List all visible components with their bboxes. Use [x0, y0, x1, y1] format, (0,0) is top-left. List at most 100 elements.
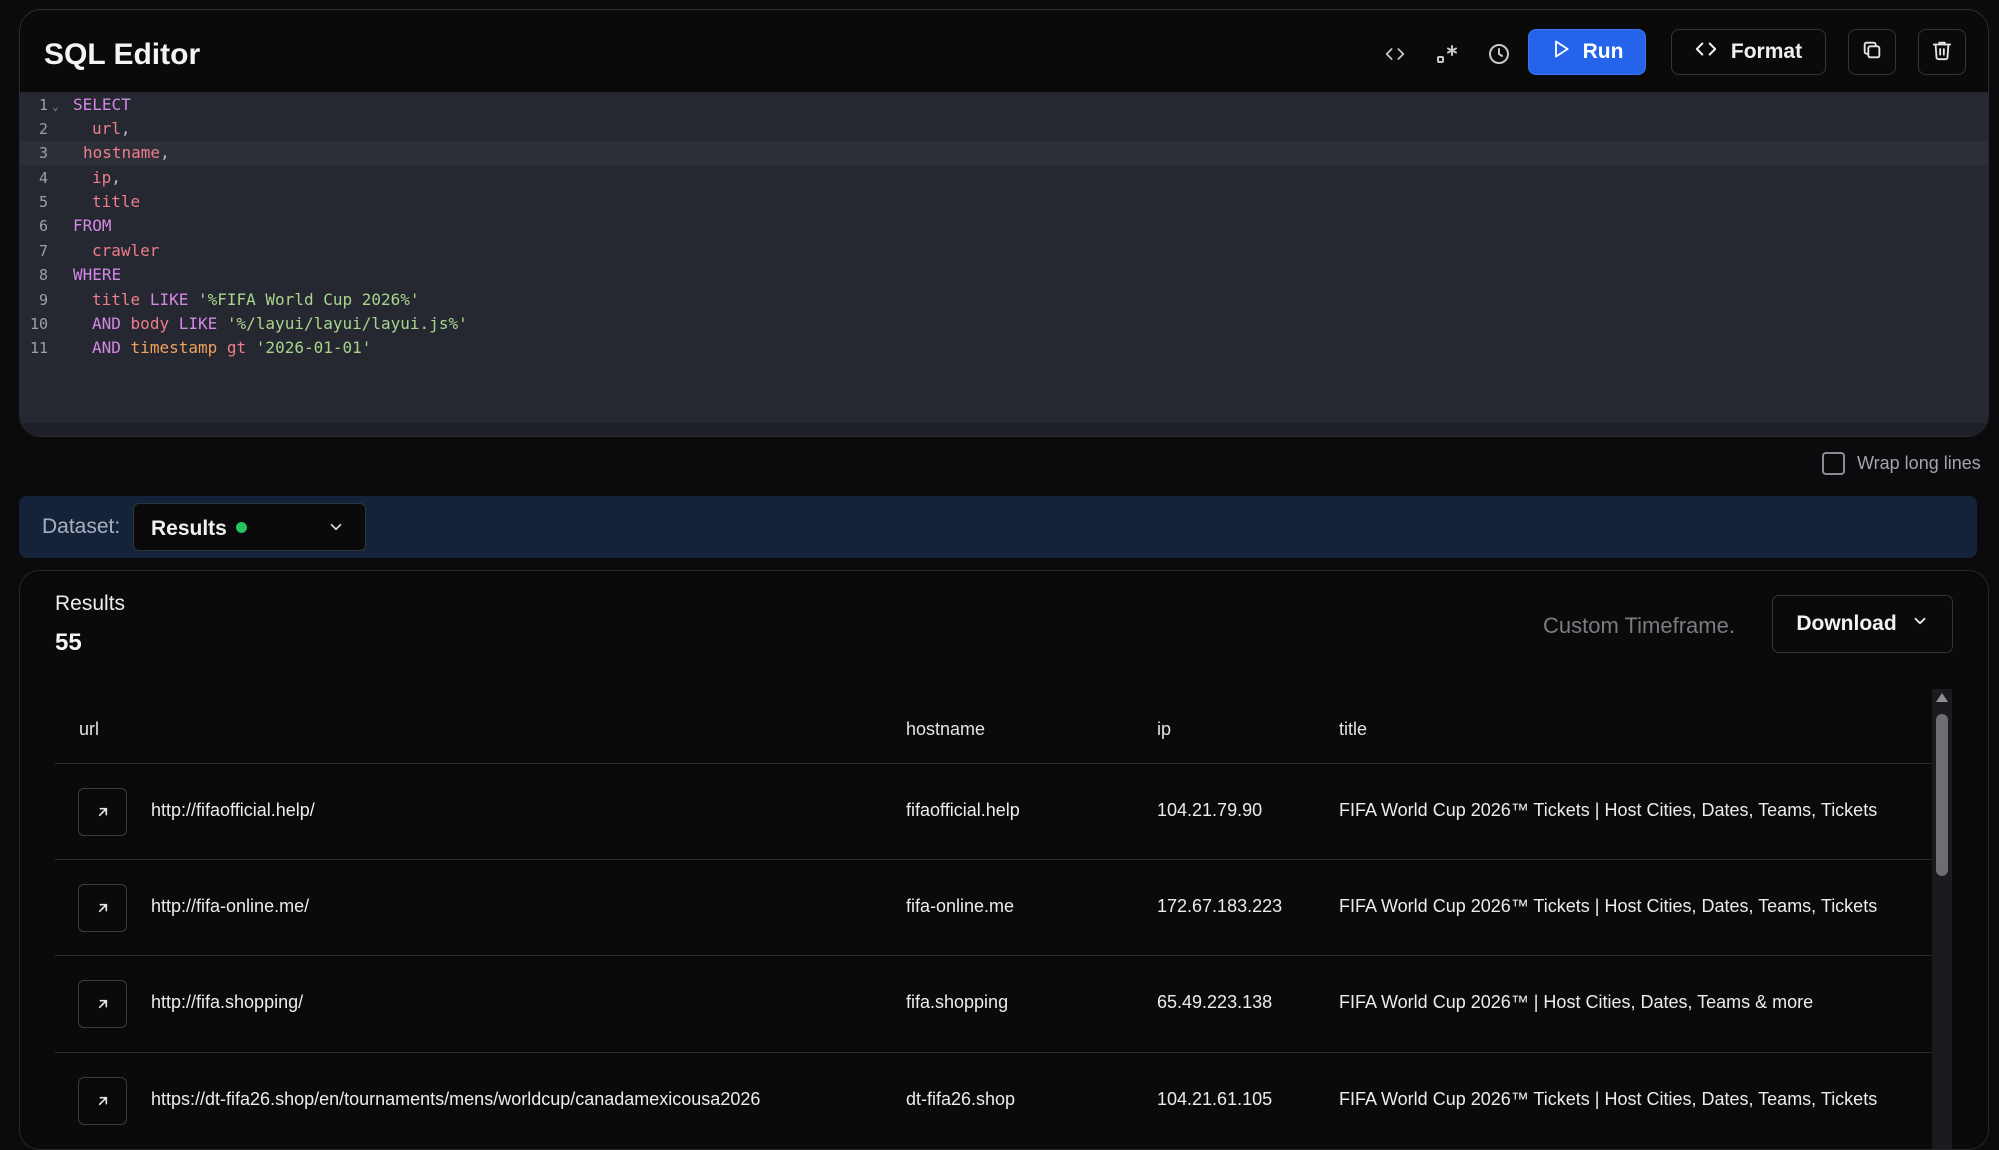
column-header-hostname[interactable]: hostname: [906, 719, 985, 740]
status-dot-icon: [236, 522, 247, 533]
sql-keyword: FROM: [73, 216, 112, 235]
line-number: 1: [38, 96, 48, 114]
cell-ip: 104.21.61.105: [1157, 1089, 1273, 1109]
sql-column: title: [92, 192, 141, 211]
line-number: 8: [38, 266, 48, 284]
open-link-button[interactable]: [78, 980, 127, 1028]
sql-punct: ,: [111, 168, 121, 187]
line-number: 3: [38, 144, 48, 162]
copy-button[interactable]: [1848, 29, 1896, 75]
sql-punct: ,: [160, 143, 170, 162]
table-row: https://dt-fifa26.shop/en/tournaments/me…: [55, 1053, 1951, 1149]
table-scrollbar[interactable]: [1932, 689, 1952, 1149]
cell-title: FIFA World Cup 2026™ Tickets | Host Citi…: [1339, 800, 1878, 820]
wrap-long-lines-toggle[interactable]: Wrap long lines: [1822, 451, 1981, 475]
copy-icon: [1861, 39, 1883, 66]
open-link-button[interactable]: [78, 884, 127, 932]
code-line: 2 url,: [20, 117, 1988, 141]
scrollbar-thumb[interactable]: [1936, 714, 1948, 876]
code-line: 6 FROM: [20, 214, 1988, 238]
download-label: Download: [1796, 612, 1897, 635]
sql-keyword: AND: [92, 338, 121, 357]
results-count: 55: [55, 629, 82, 656]
cell-ip: 65.49.223.138: [1157, 992, 1273, 1012]
wrap-checkbox[interactable]: [1822, 451, 1845, 475]
sql-keyword: LIKE: [178, 314, 218, 333]
line-number: 2: [38, 120, 48, 138]
wrap-label: Wrap long lines: [1857, 452, 1981, 473]
format-label: Format: [1730, 40, 1803, 63]
code-line: 4 ip,: [20, 166, 1988, 190]
download-button[interactable]: Download: [1772, 595, 1953, 653]
arrow-up-right-icon: [98, 903, 107, 913]
sql-editor-panel: SQL Editor Run Format 1 ⌄ SELECT 2 url, …: [19, 9, 1989, 437]
column-header-url[interactable]: url: [79, 719, 99, 740]
line-number: 4: [38, 169, 48, 187]
dataset-select[interactable]: Results: [133, 503, 366, 551]
line-number: 7: [38, 242, 48, 260]
arrow-up-right-icon: [98, 807, 107, 817]
dataset-label: Dataset:: [42, 515, 121, 538]
sql-column: body: [130, 314, 170, 333]
cell-title: FIFA World Cup 2026™ Tickets | Host Citi…: [1339, 896, 1878, 916]
code-brackets-icon: [1695, 38, 1717, 66]
table-header: url hostname ip title: [55, 691, 1951, 764]
arrow-up-right-icon: [98, 999, 107, 1009]
line-number: 10: [29, 315, 48, 333]
line-number: 11: [29, 339, 48, 357]
code-line: 9 title LIKE '%FIFA World Cup 2026%': [20, 288, 1988, 312]
open-link-button[interactable]: [78, 788, 127, 836]
editor-header: SQL Editor Run Format: [20, 10, 1988, 93]
sql-column: hostname: [83, 143, 161, 162]
cell-url: http://fifa.shopping/: [151, 992, 304, 1012]
sql-string: '2026-01-01': [255, 338, 372, 357]
cell-ip: 104.21.79.90: [1157, 800, 1263, 820]
code-line: 5 title: [20, 190, 1988, 214]
sql-column: title: [92, 290, 141, 309]
table-row: http://fifa.shopping/ fifa.shopping 65.4…: [55, 956, 1951, 1052]
sql-column: timestamp: [130, 338, 218, 357]
line-number: 6: [38, 217, 48, 235]
play-icon: [1551, 39, 1571, 65]
custom-timeframe[interactable]: Custom Timeframe.: [1543, 613, 1735, 639]
trash-icon: [1931, 39, 1953, 66]
sql-string: '%FIFA World Cup 2026%': [197, 290, 420, 309]
column-header-title[interactable]: title: [1339, 719, 1367, 740]
code-brackets-icon[interactable]: [1375, 34, 1415, 74]
dataset-bar: Dataset: Results: [19, 496, 1977, 558]
clock-icon[interactable]: [1479, 34, 1519, 74]
format-button[interactable]: Format: [1671, 29, 1826, 75]
sql-string: '%/layui/layui/layui.js%': [226, 314, 468, 333]
cell-hostname: fifaofficial.help: [906, 800, 1020, 820]
cell-title: FIFA World Cup 2026™ Tickets | Host Citi…: [1339, 1089, 1878, 1109]
cell-url: http://fifaofficial.help/: [151, 800, 315, 820]
cell-ip: 172.67.183.223: [1157, 896, 1283, 916]
arrow-up-right-icon: [98, 1096, 107, 1106]
sql-table: crawler: [92, 241, 160, 260]
chevron-down-icon: [1911, 612, 1929, 636]
code-line: 1 ⌄ SELECT: [20, 93, 1988, 117]
code-line: 7 crawler: [20, 239, 1988, 263]
sql-keyword: AND: [92, 314, 121, 333]
run-label: Run: [1582, 40, 1624, 63]
code-line-active: 3 hostname,: [20, 141, 1988, 165]
open-link-button[interactable]: [78, 1077, 127, 1125]
column-header-ip[interactable]: ip: [1157, 719, 1171, 740]
fold-chevron-icon[interactable]: ⌄: [52, 95, 59, 119]
results-label: Results: [55, 592, 126, 615]
sql-column: url: [92, 119, 121, 138]
run-button[interactable]: Run: [1528, 29, 1646, 75]
table-row: http://fifa-online.me/ fifa-online.me 17…: [55, 860, 1951, 956]
line-number: 9: [38, 291, 48, 309]
regex-icon[interactable]: [1427, 34, 1467, 74]
editor-title: SQL Editor: [44, 38, 201, 71]
sql-punct: ,: [120, 119, 131, 138]
scroll-up-arrow-icon[interactable]: [1936, 693, 1948, 702]
code-editor[interactable]: 1 ⌄ SELECT 2 url, 3 hostname, 4 ip, 5 ti…: [20, 93, 1988, 423]
dataset-value: Results: [151, 517, 227, 540]
sql-column: ip: [92, 168, 112, 187]
delete-button[interactable]: [1918, 29, 1966, 75]
editor-footer: [20, 423, 1988, 436]
sql-keyword: WHERE: [73, 265, 122, 284]
cell-url: https://dt-fifa26.shop/en/tournaments/me…: [151, 1089, 761, 1109]
